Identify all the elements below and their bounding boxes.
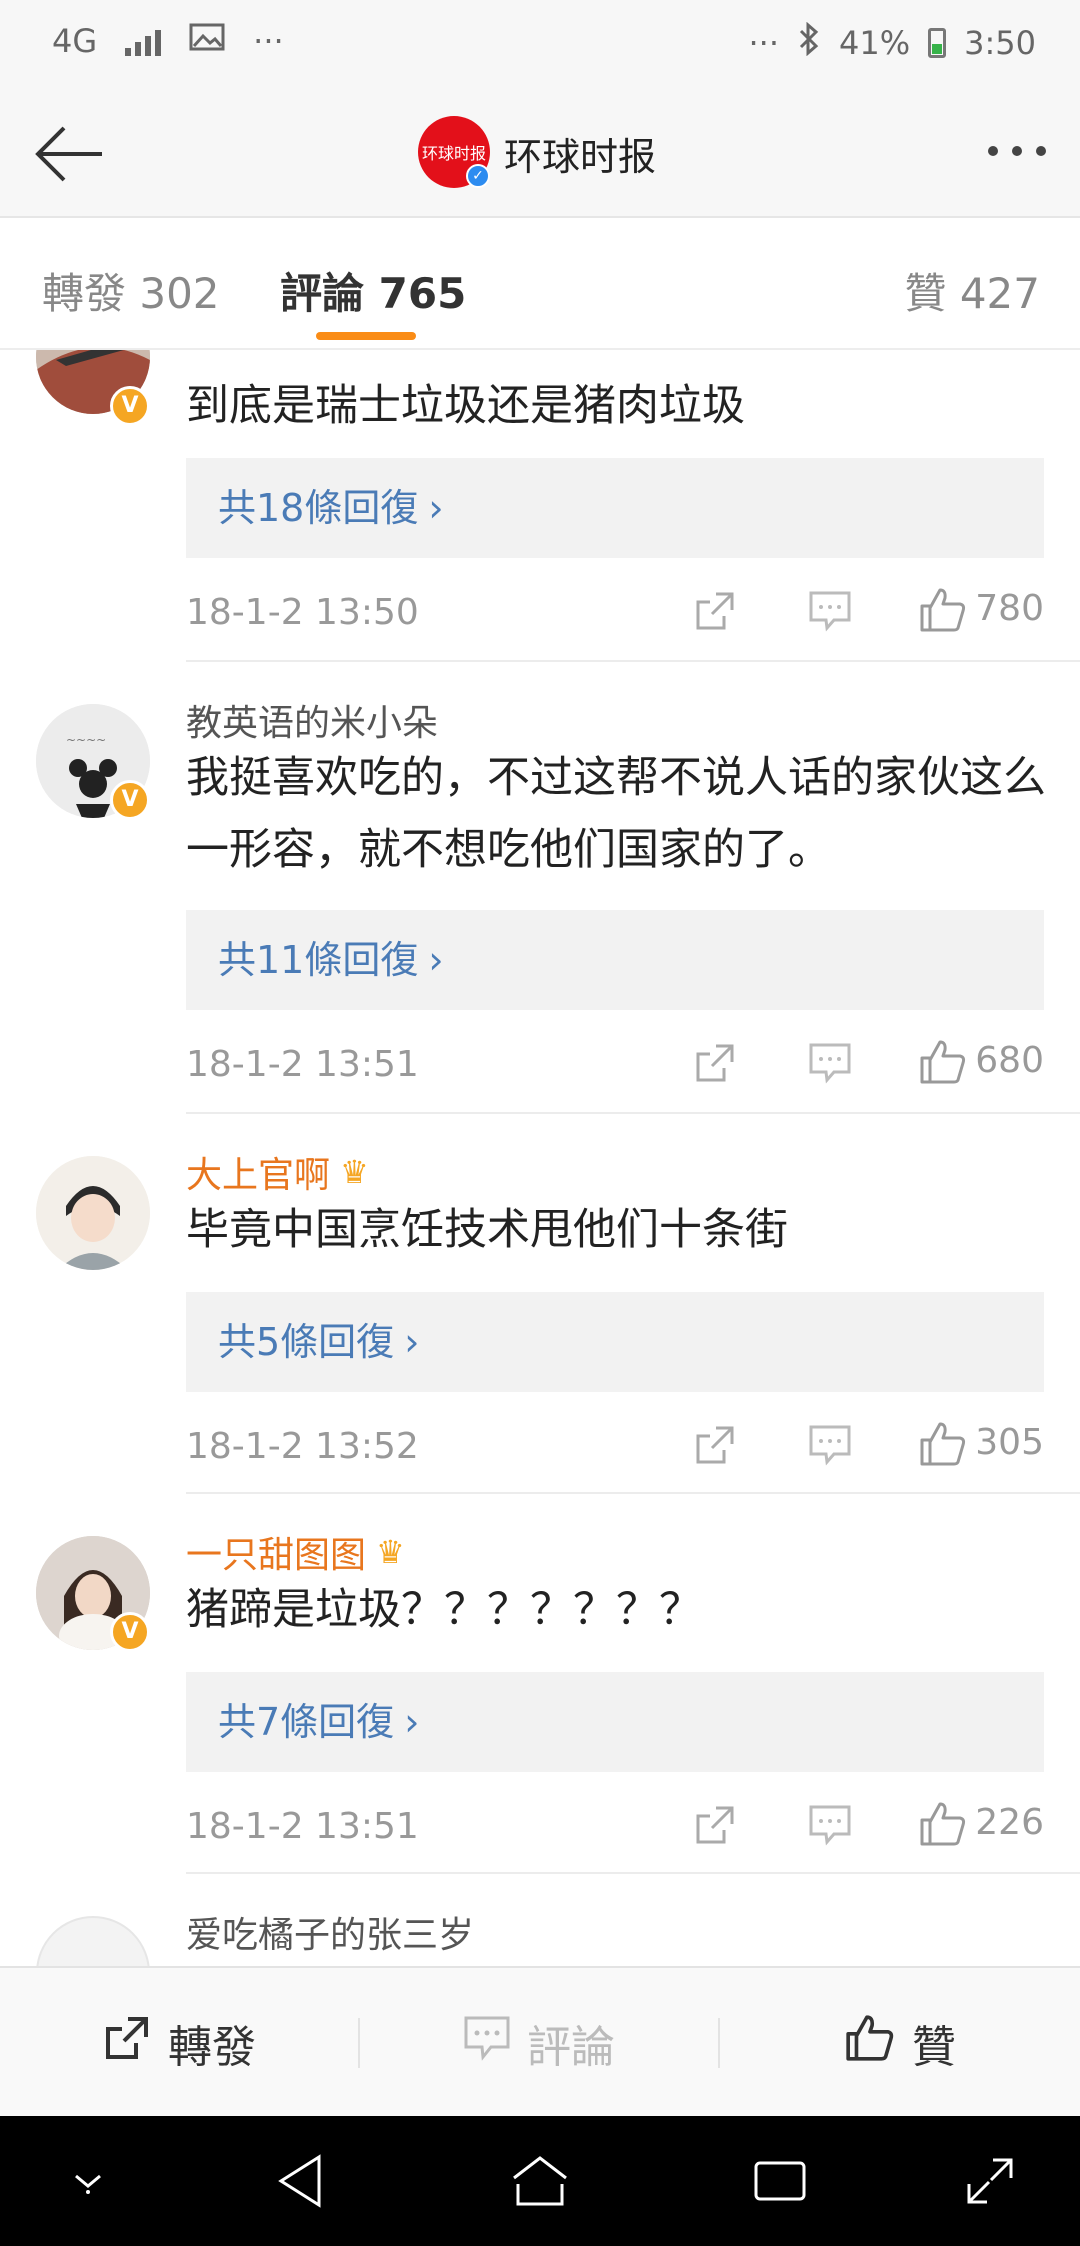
network-indicator: 4G: [52, 22, 98, 60]
recent-apps-icon[interactable]: [740, 2144, 820, 2218]
share-icon[interactable]: [692, 1802, 738, 1848]
verified-badge: V: [110, 1612, 150, 1652]
back-icon[interactable]: [260, 2144, 340, 2218]
comment-icon[interactable]: [808, 1804, 852, 1846]
comment-meta: 18-1-2 13:51 680: [186, 1034, 1044, 1094]
comment-meta: 18-1-2 13:51 226: [186, 1796, 1044, 1856]
tab-bar: 轉發 302 評論 765 贊 427: [0, 218, 1080, 350]
like-count: 780: [975, 588, 1044, 629]
replies-link[interactable]: 共18條回復 ›: [186, 458, 1044, 558]
comment-label: 評論: [527, 2022, 615, 2073]
status-more-right: ···: [748, 24, 780, 62]
repost-button[interactable]: 轉發: [0, 1968, 358, 2118]
comment-icon: [463, 2015, 511, 2072]
commenter-name[interactable]: 爱吃橘子的张三岁: [186, 1906, 474, 1958]
replies-link[interactable]: 共5條回復 ›: [186, 1292, 1044, 1392]
bottom-action-bar: 轉發 評論 贊: [0, 1966, 1080, 2116]
clock: 3:50: [964, 24, 1036, 62]
commenter-name[interactable]: 大上官啊 ♛: [186, 1146, 369, 1198]
avatar[interactable]: [36, 1916, 150, 1966]
like-label: 贊: [912, 2022, 956, 2073]
comment-time: 18-1-2 13:51: [186, 1043, 419, 1085]
back-arrow-icon[interactable]: [30, 122, 104, 186]
comment-text: 猪蹄是垃圾？？？？？？？: [186, 1585, 702, 1635]
comment-icon[interactable]: [808, 1042, 852, 1084]
battery-icon: [928, 28, 947, 58]
page-title[interactable]: 环球时报: [504, 126, 656, 181]
bluetooth-icon: [797, 21, 821, 64]
battery-percent: 41%: [839, 24, 911, 62]
like-icon: [844, 2013, 896, 2074]
comment-icon[interactable]: [808, 590, 852, 632]
share-icon[interactable]: [692, 588, 738, 634]
comment-button[interactable]: 評論: [360, 1968, 718, 2118]
avatar[interactable]: [36, 1156, 150, 1270]
logo-lettering: 环球时报: [421, 144, 486, 163]
comment-text: 毕竟中国烹饪技术甩他们十条街: [186, 1205, 788, 1255]
share-icon[interactable]: [692, 1040, 738, 1086]
share-icon[interactable]: [692, 1422, 738, 1468]
verified-badge: V: [110, 386, 150, 426]
divider: [186, 660, 1080, 662]
comment-time: 18-1-2 13:52: [186, 1425, 419, 1467]
expand-icon[interactable]: [950, 2144, 1030, 2218]
comment-list[interactable]: V 到底是瑞士垃圾还是猪肉垃圾 共18條回復 › 18-1-2 13:50 780…: [0, 350, 1080, 1966]
like-icon[interactable]: [918, 1420, 968, 1468]
divider: [186, 1112, 1080, 1114]
chevron-down-icon[interactable]: [48, 2144, 128, 2218]
home-icon[interactable]: [500, 2144, 580, 2218]
image-icon: [189, 22, 225, 60]
verified-badge: V: [110, 780, 150, 820]
vip-crown-icon: ♛: [340, 1153, 369, 1191]
comment-time: 18-1-2 13:51: [186, 1805, 419, 1847]
like-icon[interactable]: [918, 586, 968, 634]
active-tab-indicator: [316, 332, 416, 340]
svg-text:~~~~: ~~~~: [66, 733, 106, 747]
repost-label: 轉發: [168, 2022, 256, 2073]
comment-meta: 18-1-2 13:52 305: [186, 1416, 1044, 1476]
like-count: 680: [975, 1040, 1044, 1081]
comment-icon[interactable]: [808, 1424, 852, 1466]
signal-icon: [125, 26, 162, 56]
more-options-icon[interactable]: [988, 146, 1046, 156]
status-bar: 4G ··· ··· 41% 3:50: [0, 0, 1080, 92]
comment-meta: 18-1-2 13:50 780: [186, 582, 1044, 642]
verified-icon: ✓: [466, 164, 490, 188]
tab-comment[interactable]: 評論 765: [280, 260, 466, 321]
like-count: 305: [975, 1422, 1044, 1463]
nav-bar: 环球时报 ✓ 环球时报: [0, 92, 1080, 218]
like-count: 226: [975, 1802, 1044, 1843]
comment-text: 我挺喜欢吃的，不过这帮不说人话的家伙这么一形容，就不想吃他们国家的了。: [186, 753, 1046, 875]
divider: [186, 1492, 1080, 1494]
commenter-name[interactable]: 一只甜图图 ♛: [186, 1526, 405, 1578]
replies-link[interactable]: 共11條回復 ›: [186, 910, 1044, 1010]
repost-icon: [102, 2013, 152, 2074]
like-icon[interactable]: [918, 1800, 968, 1848]
vip-crown-icon: ♛: [376, 1533, 405, 1571]
system-nav-bar: [0, 2116, 1080, 2246]
tab-repost[interactable]: 轉發 302: [42, 260, 220, 321]
divider: [186, 1872, 1080, 1874]
commenter-name[interactable]: 教英语的米小朵: [186, 694, 438, 746]
comment-text: 到底是瑞士垃圾还是猪肉垃圾: [186, 381, 745, 431]
comment-time: 18-1-2 13:50: [186, 591, 419, 633]
like-button[interactable]: 贊: [720, 1968, 1080, 2118]
replies-link[interactable]: 共7條回復 ›: [186, 1672, 1044, 1772]
status-more-left: ···: [253, 22, 284, 60]
like-icon[interactable]: [918, 1038, 968, 1086]
tab-like[interactable]: 贊 427: [904, 260, 1040, 321]
